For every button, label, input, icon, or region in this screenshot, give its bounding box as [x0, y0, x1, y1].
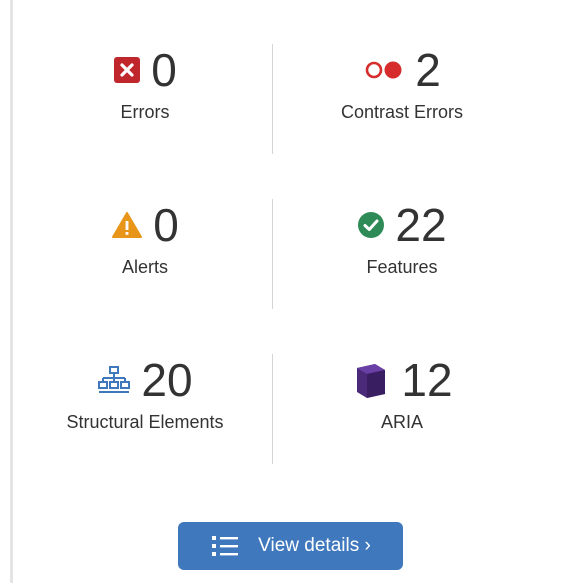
summary-row-1: 0 Errors 2 Contrast Errors: [20, 40, 530, 200]
aria-count: 12: [401, 354, 453, 406]
divider: [272, 354, 273, 464]
structural-elements-stat: 20 Structural Elements: [20, 350, 270, 433]
errors-label: Errors: [120, 102, 170, 122]
error-x-icon: [113, 56, 141, 84]
features-count: 22: [395, 199, 447, 251]
summary-grid: 0 Errors 2 Contrast Errors 0 Alerts 22 F…: [20, 40, 530, 510]
panel-left-border: [10, 0, 13, 583]
errors-count: 0: [151, 44, 177, 96]
contrast-errors-count: 2: [415, 44, 441, 96]
structural-elements-count: 20: [141, 354, 193, 406]
divider: [272, 199, 273, 309]
aria-label: ARIA: [380, 412, 423, 432]
aria-stat: 12 ARIA: [277, 350, 527, 433]
features-label: Features: [366, 257, 438, 277]
alerts-count: 0: [153, 199, 179, 251]
aria-cube-icon: [351, 360, 391, 400]
alert-triangle-icon: [111, 211, 143, 239]
list-icon: [210, 533, 240, 559]
contrast-errors-label: Contrast Errors: [340, 102, 464, 122]
errors-stat: 0 Errors: [20, 40, 270, 123]
divider: [272, 44, 273, 154]
features-stat: 22 Features: [277, 195, 527, 278]
structural-elements-label: Structural Elements: [66, 412, 224, 432]
view-details-label: View details ›: [258, 535, 371, 556]
alerts-stat: 0 Alerts: [20, 195, 270, 278]
check-circle-icon: [357, 211, 385, 239]
summary-row-2: 0 Alerts 22 Features: [20, 195, 530, 355]
summary-row-3: 20 Structural Elements 12 ARIA: [20, 350, 530, 510]
contrast-icon: [363, 59, 405, 81]
hierarchy-icon: [97, 365, 131, 395]
view-details-button[interactable]: View details ›: [178, 522, 403, 570]
contrast-errors-stat: 2 Contrast Errors: [277, 40, 527, 123]
alerts-label: Alerts: [121, 257, 168, 277]
